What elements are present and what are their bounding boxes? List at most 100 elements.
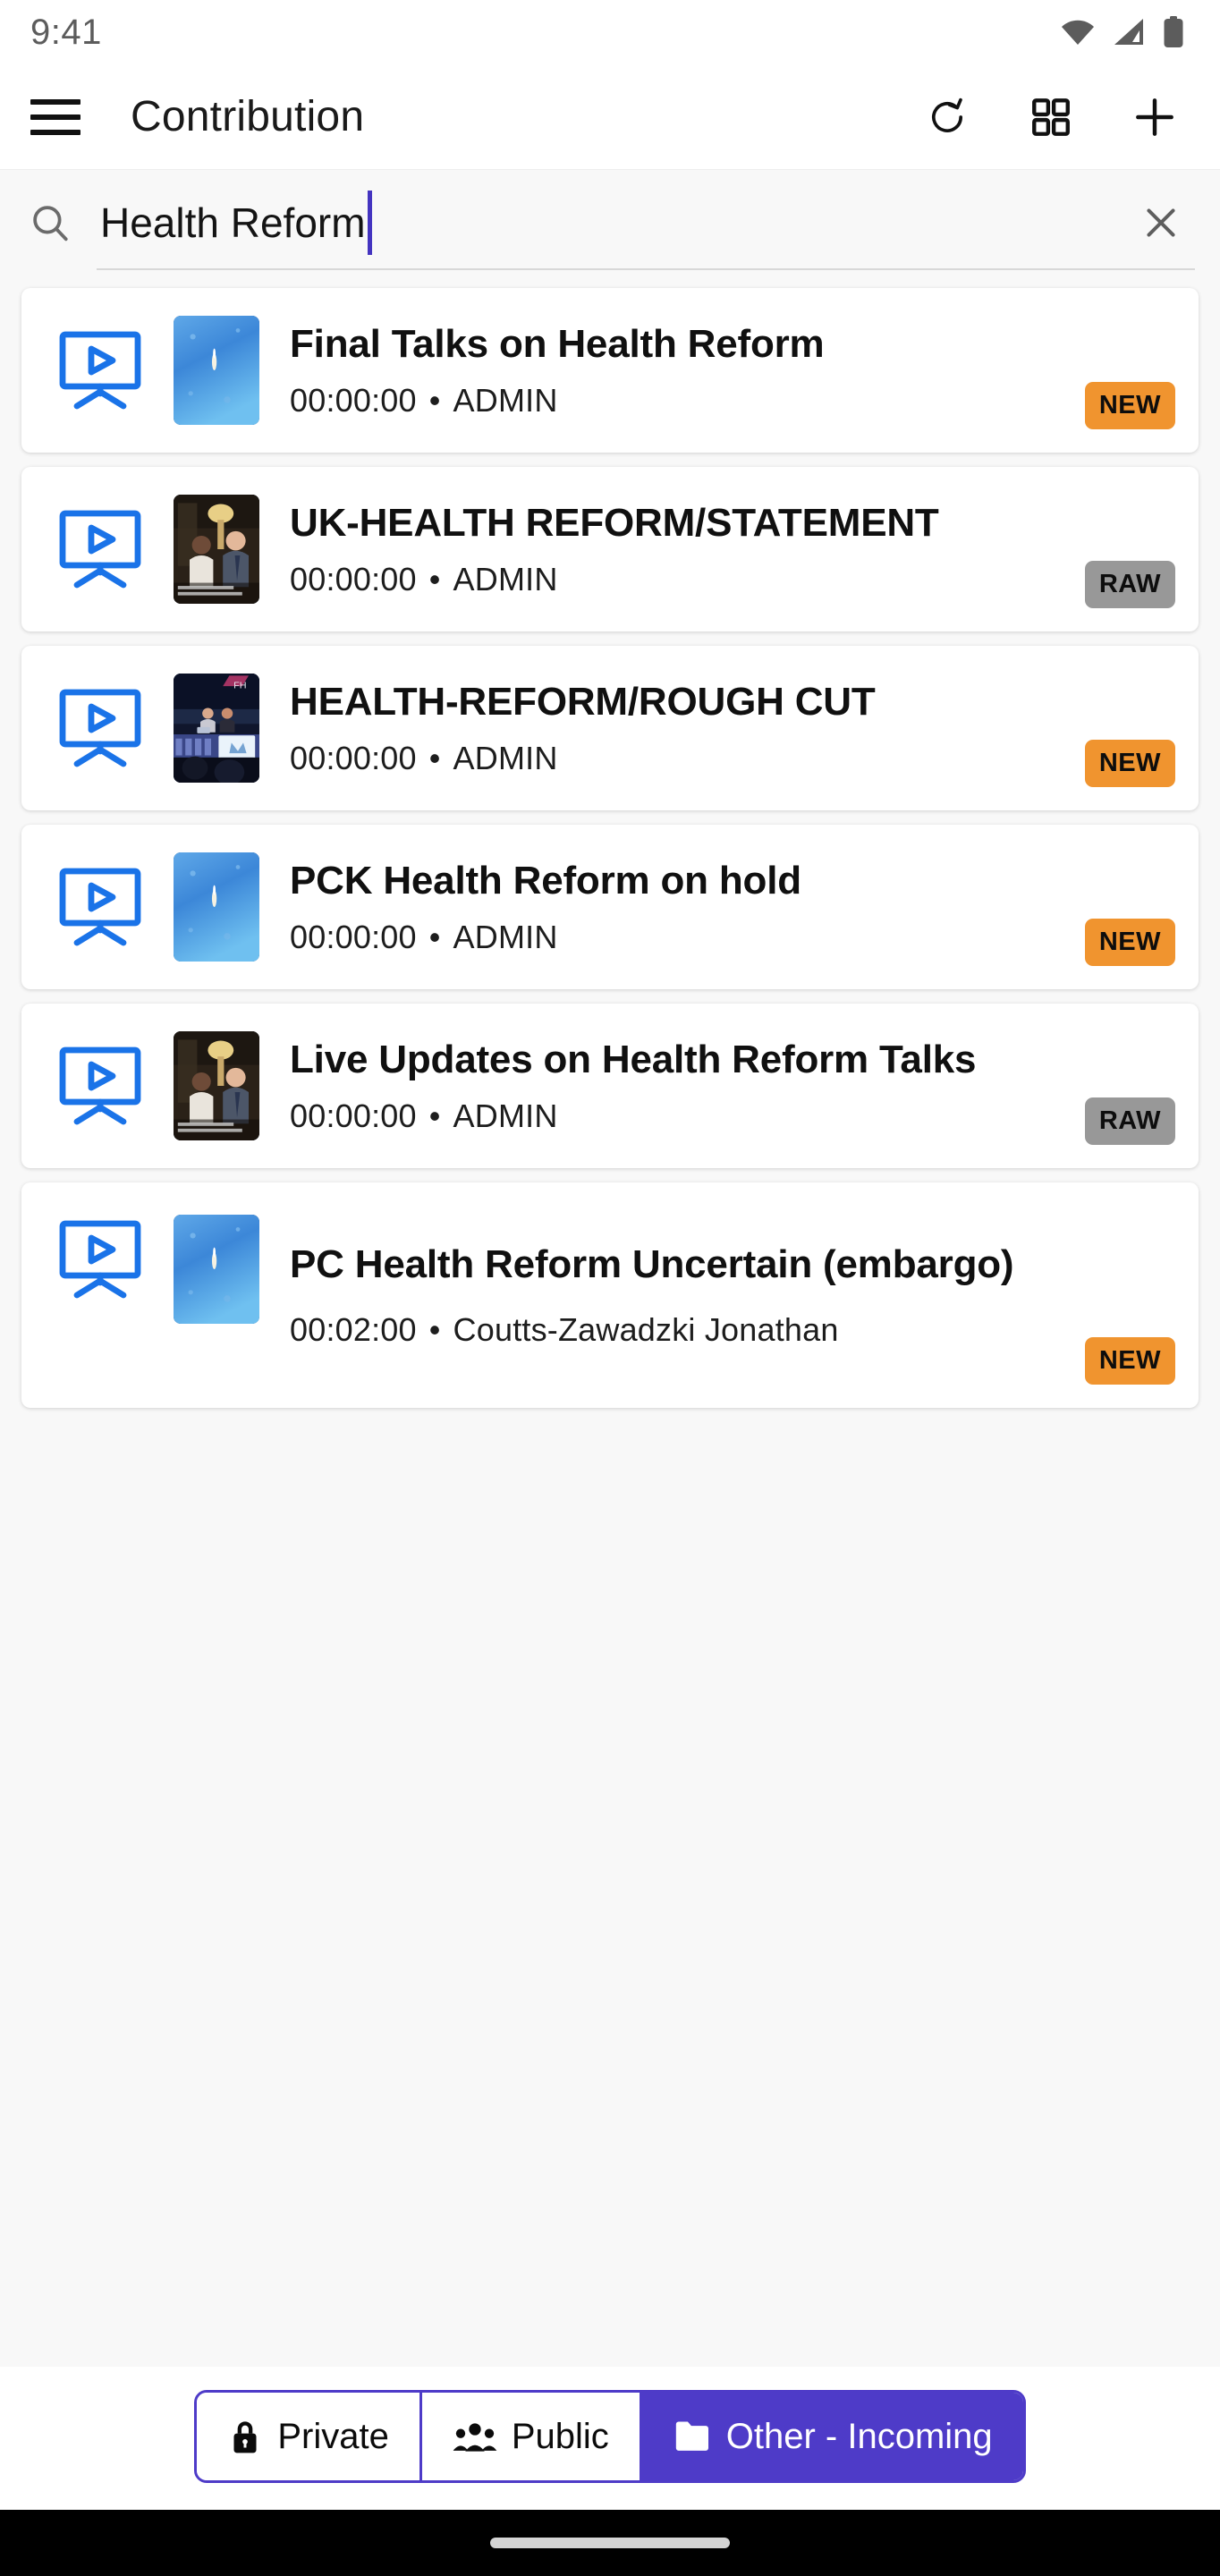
folder-icon <box>673 2419 712 2454</box>
list-item[interactable]: Live Updates on Health Reform Talks 00:0… <box>21 1004 1199 1168</box>
badge-container: NEW <box>1084 844 1175 970</box>
clear-search-button[interactable] <box>1134 196 1188 250</box>
badge-container: RAW <box>1084 487 1175 612</box>
tab-other-incoming[interactable]: Other - Incoming <box>641 2393 1023 2480</box>
list-item-owner: ADMIN <box>453 381 558 419</box>
status-badge: NEW <box>1084 1337 1175 1385</box>
tab-private[interactable]: Private <box>197 2393 422 2480</box>
list-item-duration: 00:00:00 <box>290 560 417 597</box>
meta-separator: • <box>428 918 441 955</box>
list-item-duration: 00:00:00 <box>290 918 417 955</box>
grid-view-icon[interactable] <box>1025 91 1077 143</box>
video-monitor-play-icon <box>57 1045 143 1127</box>
list-item-content: Live Updates on Health Reform Talks 00:0… <box>290 1037 1085 1135</box>
video-monitor-play-icon <box>57 866 143 948</box>
search-input-value: Health Reform <box>100 199 366 246</box>
meta-separator: • <box>428 739 441 776</box>
list-item-duration: 00:00:00 <box>290 739 417 776</box>
status-badge: NEW <box>1084 382 1175 429</box>
list-item-title: HEALTH-REFORM/ROUGH CUT <box>290 680 876 724</box>
list-item-meta-row: 00:00:00 • ADMIN <box>290 1097 1078 1135</box>
list-item-owner: ADMIN <box>453 1097 558 1134</box>
list-item-content: PC Health Reform Uncertain (embargo) 00:… <box>290 1241 1085 1349</box>
status-badge: RAW <box>1084 561 1175 608</box>
list-item[interactable]: Final Talks on Health Reform 00:00:00 • … <box>21 288 1199 453</box>
wifi-icon <box>1059 18 1097 47</box>
list-item-title: UK-HEALTH REFORM/STATEMENT <box>290 501 939 546</box>
status-icons <box>1059 16 1184 48</box>
meta-separator: • <box>428 560 441 597</box>
list-item-title: Live Updates on Health Reform Talks <box>290 1038 977 1082</box>
video-monitor-play-icon <box>57 329 143 411</box>
tab-other-incoming-label: Other - Incoming <box>725 2416 993 2456</box>
list-item-content: UK-HEALTH REFORM/STATEMENT 00:00:00 • AD… <box>290 500 1085 598</box>
app-bar-actions <box>921 91 1190 143</box>
search-bar[interactable]: Health Reform <box>0 170 1220 275</box>
tab-public-label: Public <box>511 2416 609 2456</box>
list-item-duration: 00:00:00 <box>290 381 417 419</box>
thumbnail-interview-room <box>174 495 259 604</box>
list-item-content: PCK Health Reform on hold 00:00:00 • ADM… <box>290 858 1085 956</box>
battery-icon <box>1163 16 1184 48</box>
text-caret <box>367 191 372 255</box>
badge-container: NEW <box>1084 665 1175 791</box>
search-icon <box>25 198 75 248</box>
list-item-owner: ADMIN <box>453 918 558 955</box>
meta-separator: • <box>428 1097 441 1134</box>
status-badge: NEW <box>1084 919 1175 966</box>
video-monitor-play-icon <box>57 1218 143 1301</box>
list-item-meta-row: 00:00:00 • ADMIN <box>290 561 1078 598</box>
list-item-meta-row: 00:00:00 • ADMIN <box>290 382 1078 419</box>
people-group-icon <box>453 2419 497 2454</box>
list-item-owner: ADMIN <box>453 560 558 597</box>
hamburger-menu-icon[interactable] <box>30 89 88 146</box>
tab-public[interactable]: Public <box>421 2393 642 2480</box>
list-item[interactable]: PCK Health Reform on hold 00:00:00 • ADM… <box>21 825 1199 989</box>
list-item[interactable]: PC Health Reform Uncertain (embargo) 00:… <box>21 1182 1199 1408</box>
thumbnail-sky-rocket-launch <box>174 316 259 425</box>
list-item-meta-row: 00:00:00 • ADMIN <box>290 740 1078 777</box>
thumbnail-sky-rocket-launch <box>174 852 259 962</box>
list-item[interactable]: FH HEALTH-REFORM/ROUGH CUT 00:00:00 • AD… <box>21 646 1199 810</box>
thumbnail-interview-room <box>174 1031 259 1140</box>
list-item-content: HEALTH-REFORM/ROUGH CUT 00:00:00 • ADMIN <box>290 679 1085 777</box>
cellular-signal-icon <box>1113 18 1147 47</box>
badge-container: RAW <box>1084 1023 1175 1148</box>
asset-list: Final Talks on Health Reform 00:00:00 • … <box>0 275 1220 2367</box>
home-indicator[interactable] <box>490 2538 730 2548</box>
list-item-owner: Coutts-Zawadzki Jonathan <box>453 1310 839 1348</box>
phone-screen: 9:41 Contribution Health Reform Final Ta… <box>0 0 1220 2576</box>
list-item-duration: 00:00:00 <box>290 1097 417 1134</box>
lock-icon <box>227 2417 263 2456</box>
list-item-title: Final Talks on Health Reform <box>290 322 825 367</box>
video-monitor-play-icon <box>57 687 143 769</box>
search-underline <box>97 268 1195 270</box>
list-item-meta-row: 00:02:00 • Coutts-Zawadzki Jonathan <box>290 1311 1078 1349</box>
video-monitor-play-icon <box>57 508 143 590</box>
list-item-duration: 00:02:00 <box>290 1310 417 1348</box>
refresh-icon[interactable] <box>921 91 973 143</box>
meta-separator: • <box>428 1310 441 1348</box>
badge-container: NEW <box>1084 1202 1175 1388</box>
list-item-content: Final Talks on Health Reform 00:00:00 • … <box>290 321 1085 419</box>
badge-container: NEW <box>1084 308 1175 433</box>
page-title: Contribution <box>131 93 365 140</box>
thumbnail-sky-rocket-launch <box>174 1215 259 1324</box>
home-indicator-area <box>0 2510 1220 2576</box>
list-item-title: PCK Health Reform on hold <box>290 859 801 903</box>
bottom-navigation: Private Public Other - Incoming <box>0 2367 1220 2510</box>
add-icon[interactable] <box>1129 91 1181 143</box>
list-item-meta-row: 00:00:00 • ADMIN <box>290 919 1078 956</box>
tab-private-label: Private <box>277 2416 389 2456</box>
list-item[interactable]: UK-HEALTH REFORM/STATEMENT 00:00:00 • AD… <box>21 467 1199 631</box>
list-item-owner: ADMIN <box>453 739 558 776</box>
status-time: 9:41 <box>30 12 102 52</box>
status-badge: NEW <box>1084 740 1175 787</box>
segmented-control: Private Public Other - Incoming <box>194 2390 1026 2483</box>
search-input[interactable]: Health Reform <box>100 191 1134 255</box>
app-bar: Contribution <box>0 64 1220 170</box>
status-badge: RAW <box>1084 1097 1175 1145</box>
status-bar: 9:41 <box>0 0 1220 64</box>
meta-separator: • <box>428 381 441 419</box>
thumbnail-news-studio: FH <box>174 674 259 783</box>
